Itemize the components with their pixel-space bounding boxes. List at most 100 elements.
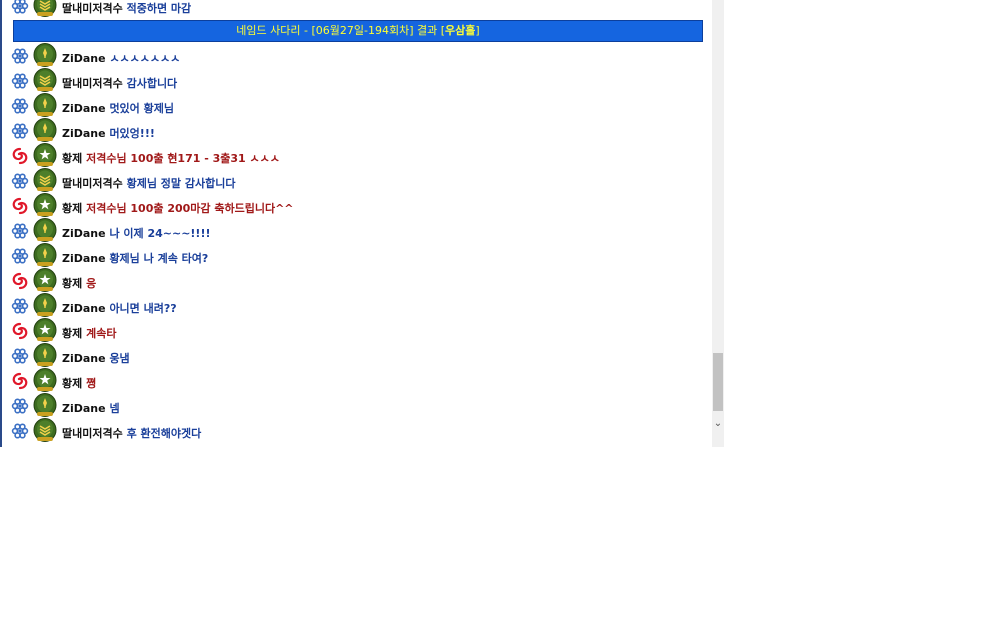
red-swirl-icon bbox=[11, 147, 29, 165]
chat-username[interactable]: ZiDane bbox=[62, 402, 106, 415]
chat-line: ZiDane 멋있어 황제님 bbox=[62, 100, 174, 116]
banner-suffix: ] bbox=[475, 24, 480, 37]
chat-message-row: ZiDane 웅냄 bbox=[1, 342, 713, 367]
sergeant-chevron-badge-icon bbox=[33, 67, 57, 93]
star-helmet-badge-icon bbox=[33, 192, 57, 218]
chat-username[interactable]: 딸내미저격수 bbox=[62, 2, 123, 15]
chat-message-row: ZiDane 머있엉!!! bbox=[1, 117, 713, 142]
green-helmet-badge-icon bbox=[33, 392, 57, 418]
red-swirl-icon bbox=[11, 272, 29, 290]
chat-message-text: 적중하면 마감 bbox=[126, 2, 192, 15]
blue-flower-icon bbox=[11, 0, 29, 15]
chat-message-row: ZiDane 나 이제 24~~~!!!! bbox=[1, 217, 713, 242]
star-helmet-badge-icon bbox=[33, 367, 57, 393]
chat-line: ZiDane 머있엉!!! bbox=[62, 125, 155, 141]
chat-username[interactable]: 황제 bbox=[62, 377, 82, 390]
chat-username[interactable]: ZiDane bbox=[62, 227, 106, 240]
scroll-down-arrow-icon[interactable]: ⌄ bbox=[712, 416, 724, 432]
chat-line: 딸내미저격수 후 환전해야겟다 bbox=[62, 425, 201, 441]
chat-line: 황제 응 bbox=[62, 275, 96, 291]
scrollbar-thumb[interactable] bbox=[713, 353, 723, 411]
blue-flower-icon bbox=[11, 172, 29, 190]
chat-message-text: 머있엉!!! bbox=[109, 127, 155, 140]
chat-line: 딸내미저격수 황제님 정말 감사합니다 bbox=[62, 175, 235, 191]
red-swirl-icon bbox=[11, 197, 29, 215]
chat-message-row: 딸내미저격수 후 환전해야겟다 bbox=[1, 417, 713, 442]
chat-message-text: 멋있어 황제님 bbox=[109, 102, 174, 115]
chat-message-text: 넴 bbox=[109, 402, 120, 415]
star-helmet-badge-icon bbox=[33, 317, 57, 343]
chat-message-row: 딸내미저격수 황제님 정말 감사합니다 bbox=[1, 167, 713, 192]
sergeant-chevron-badge-icon bbox=[33, 0, 57, 18]
chat-message-row: ZiDane ㅅㅅㅅㅅㅅㅅㅅ bbox=[1, 42, 713, 67]
chat-message-row: ZiDane 아니면 내려?? bbox=[1, 292, 713, 317]
chat-username[interactable]: ZiDane bbox=[62, 102, 106, 115]
chat-username[interactable]: 딸내미저격수 bbox=[62, 427, 123, 440]
chat-username[interactable]: 황제 bbox=[62, 202, 82, 215]
blue-flower-icon bbox=[11, 222, 29, 240]
banner-result: 우삼홀 bbox=[445, 24, 476, 37]
chat-message-text: 황제님 정말 감사합니다 bbox=[126, 177, 236, 190]
blue-flower-icon bbox=[11, 72, 29, 90]
banner-prefix: 네임드 사다리 - [06월27일-194회차] 결과 [ bbox=[236, 24, 446, 37]
star-helmet-badge-icon bbox=[33, 142, 57, 168]
chat-line: 황제 저격수님 100출 현171 - 3출31 ㅅㅅㅅ bbox=[62, 150, 280, 166]
chat-line: 황제 저격수님 100출 200마감 축하드립니다^^ bbox=[62, 200, 294, 216]
blue-flower-icon bbox=[11, 97, 29, 115]
chat-message-row: 황제 응 bbox=[1, 267, 713, 292]
sergeant-chevron-badge-icon bbox=[33, 167, 57, 193]
chat-line: ZiDane 아니면 내려?? bbox=[62, 300, 177, 316]
star-helmet-badge-icon bbox=[33, 267, 57, 293]
blue-flower-icon bbox=[11, 247, 29, 265]
chat-username[interactable]: 딸내미저격수 bbox=[62, 177, 123, 190]
chat-message-text: 계속타 bbox=[86, 327, 117, 340]
green-helmet-badge-icon bbox=[33, 242, 57, 268]
green-helmet-badge-icon bbox=[33, 92, 57, 118]
chat-line: ZiDane 웅냄 bbox=[62, 350, 130, 366]
chat-message-text: ㅅㅅㅅㅅㅅㅅㅅ bbox=[109, 52, 181, 65]
chat-message-row: 황제 저격수님 100출 200마감 축하드립니다^^ bbox=[1, 192, 713, 217]
chat-message-row: 황제 저격수님 100출 현171 - 3출31 ㅅㅅㅅ bbox=[1, 142, 713, 167]
chat-username[interactable]: ZiDane bbox=[62, 252, 106, 265]
blue-flower-icon bbox=[11, 422, 29, 440]
chat-username[interactable]: ZiDane bbox=[62, 352, 106, 365]
chat-username[interactable]: ZiDane bbox=[62, 302, 106, 315]
chat-message-text: 응 bbox=[86, 277, 97, 290]
chat-panel: 딸내미저격수 적중하면 마감 ZiDane ㅅㅅㅅㅅㅅㅅㅅ 딸내미저격수 감사합니다… bbox=[0, 0, 713, 447]
chat-scrollbar[interactable]: ⌄ bbox=[712, 0, 724, 447]
chat-message-row: 황제 계속타 bbox=[1, 317, 713, 342]
chat-message-row: ZiDane 황제님 나 계속 타여? bbox=[1, 242, 713, 267]
green-helmet-badge-icon bbox=[33, 342, 57, 368]
chat-message-text: 후 환전해야겟다 bbox=[126, 427, 202, 440]
chat-message-text: 웅냄 bbox=[109, 352, 130, 365]
chat-message-text: 저격수님 100출 현171 - 3출31 ㅅㅅㅅ bbox=[86, 152, 280, 165]
chat-message-row: 딸내미저격수 적중하면 마감 bbox=[1, 0, 713, 17]
chat-line: 딸내미저격수 감사합니다 bbox=[62, 75, 177, 91]
chat-message-text: 나 이제 24~~~!!!! bbox=[109, 227, 211, 240]
chat-username[interactable]: 딸내미저격수 bbox=[62, 77, 123, 90]
chat-message-row: ZiDane 넴 bbox=[1, 392, 713, 417]
chat-message-row: 딸내미저격수 감사합니다 bbox=[1, 67, 713, 92]
blue-flower-icon bbox=[11, 397, 29, 415]
green-helmet-badge-icon bbox=[33, 292, 57, 318]
red-swirl-icon bbox=[11, 322, 29, 340]
chat-username[interactable]: ZiDane bbox=[62, 52, 106, 65]
chat-message-text: 황제님 나 계속 타여? bbox=[109, 252, 209, 265]
chat-line: ZiDane ㅅㅅㅅㅅㅅㅅㅅ bbox=[62, 50, 180, 66]
green-helmet-badge-icon bbox=[33, 42, 57, 68]
green-helmet-badge-icon bbox=[33, 217, 57, 243]
chat-line: ZiDane 황제님 나 계속 타여? bbox=[62, 250, 208, 266]
chat-line: ZiDane 넴 bbox=[62, 400, 120, 416]
chat-username[interactable]: 황제 bbox=[62, 327, 82, 340]
blue-flower-icon bbox=[11, 47, 29, 65]
chat-message-row: ZiDane 멋있어 황제님 bbox=[1, 92, 713, 117]
chat-username[interactable]: 황제 bbox=[62, 152, 82, 165]
green-helmet-badge-icon bbox=[33, 117, 57, 143]
chat-username[interactable]: ZiDane bbox=[62, 127, 106, 140]
chat-line: ZiDane 나 이제 24~~~!!!! bbox=[62, 225, 210, 241]
blue-flower-icon bbox=[11, 347, 29, 365]
red-swirl-icon bbox=[11, 372, 29, 390]
chat-message-text: 쪙 bbox=[86, 377, 97, 390]
chat-username[interactable]: 황제 bbox=[62, 277, 82, 290]
ladder-result-banner: 네임드 사다리 - [06월27일-194회차] 결과 [우삼홀] bbox=[13, 20, 703, 42]
